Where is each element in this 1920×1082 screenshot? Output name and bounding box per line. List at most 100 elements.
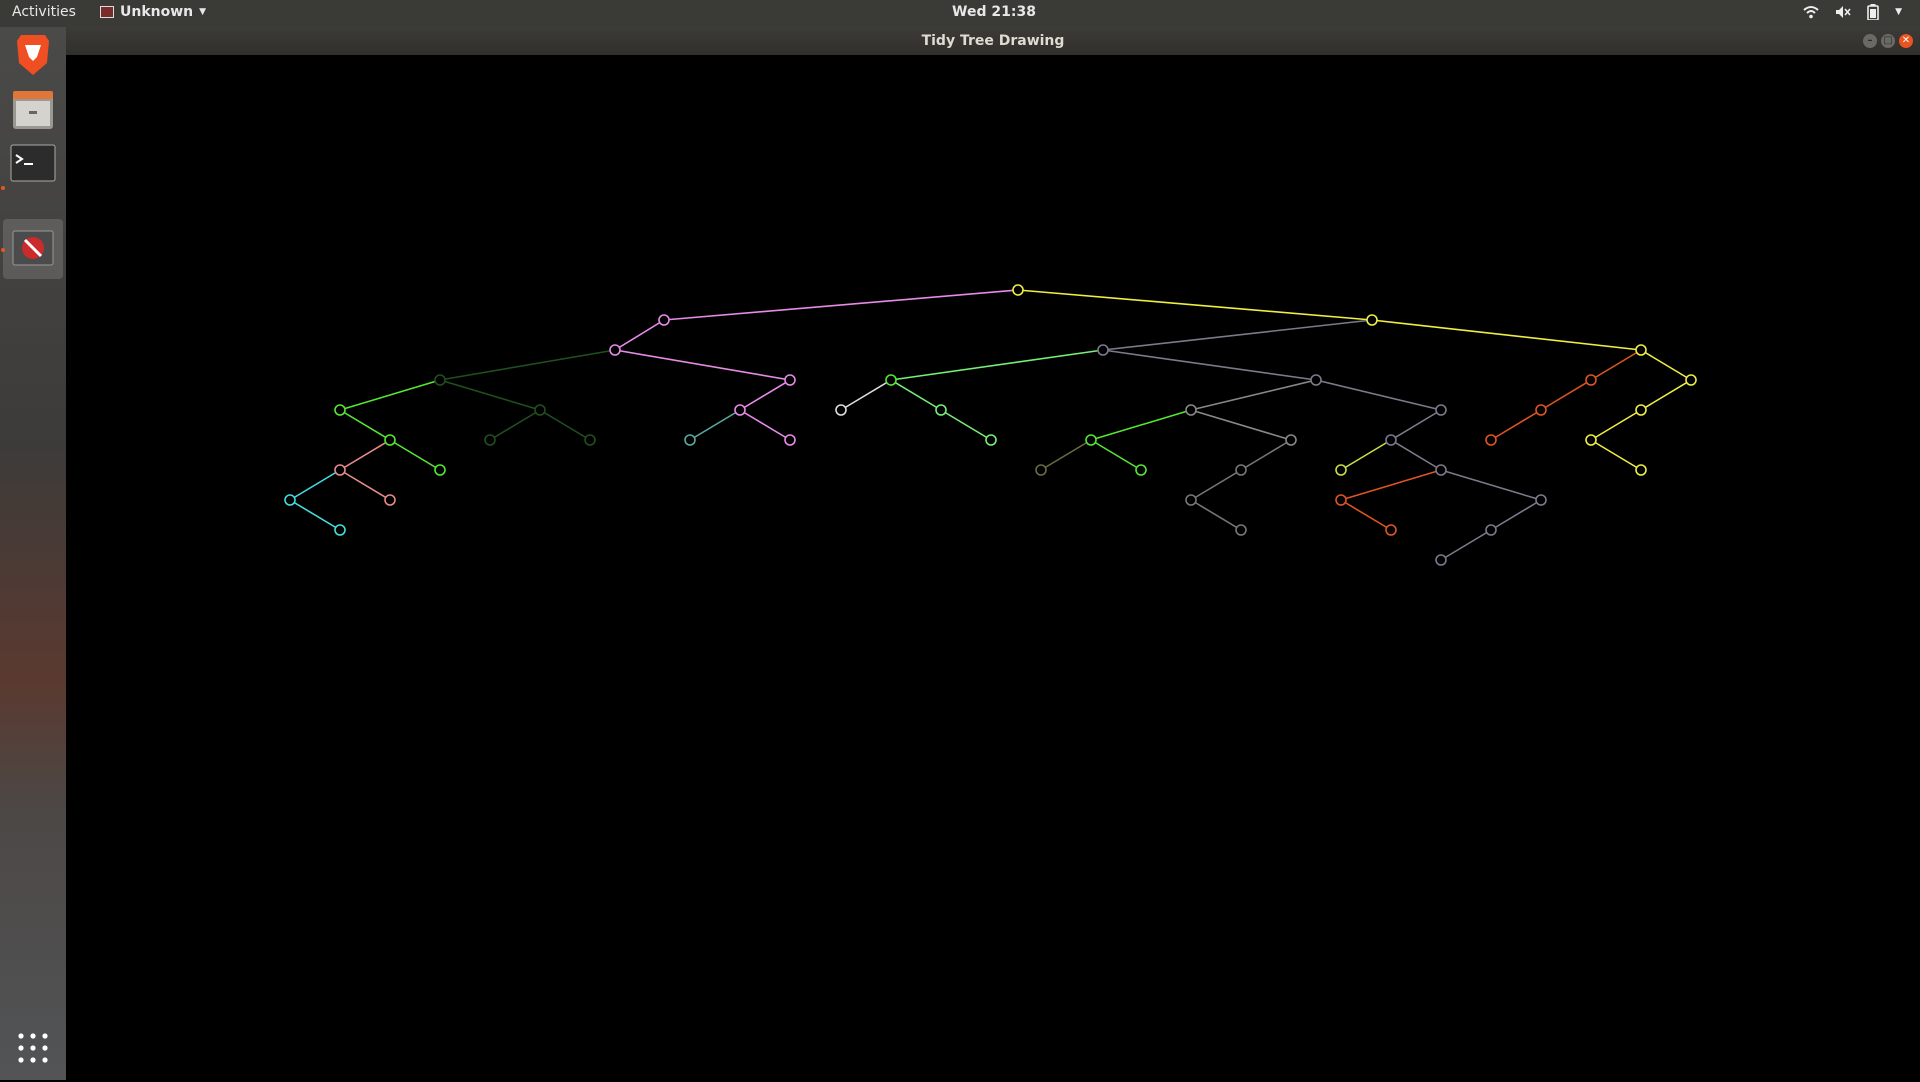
tree-node (885, 374, 897, 386)
tree-node (1385, 524, 1397, 536)
tree-edge (1340, 469, 1442, 501)
tree-node (334, 524, 346, 536)
tree-edge (739, 409, 791, 441)
show-applications-button[interactable] (3, 1022, 63, 1078)
tree-node (1635, 464, 1647, 476)
maximize-button[interactable]: □ (1881, 34, 1895, 48)
tree-canvas (284, 284, 1697, 566)
dock-item-files[interactable] (3, 81, 63, 137)
tree-node (1635, 344, 1647, 356)
tree-node (434, 374, 446, 386)
dock-item-brave[interactable] (3, 27, 63, 83)
tree-edge (339, 439, 391, 471)
tree-node (1585, 374, 1597, 386)
tree-edge (1590, 439, 1642, 471)
tree-edge (339, 409, 391, 441)
tree-edge (489, 409, 541, 441)
tree-node (1385, 434, 1397, 446)
tree-node (384, 494, 396, 506)
tree-edge (539, 409, 591, 441)
tree-edge (289, 469, 341, 501)
tree-node (1435, 554, 1447, 566)
tree-node (584, 434, 596, 446)
tree-node (784, 434, 796, 446)
tree-node (985, 434, 997, 446)
dock-item-tidy-tree[interactable] (3, 219, 63, 279)
tree-nodes (284, 284, 1697, 566)
tree-edge (1190, 409, 1292, 441)
tree-node (1585, 434, 1597, 446)
tree-edge (1440, 469, 1542, 501)
tree-edge (890, 379, 942, 411)
running-indicator (1, 248, 5, 252)
tree-edge (289, 499, 341, 531)
tree-node (1485, 434, 1497, 446)
tree-edge (739, 379, 791, 411)
system-tray[interactable]: ▼ (1803, 4, 1902, 20)
app-grid-icon (18, 1033, 48, 1063)
tree-node (1285, 434, 1297, 446)
tree-edge (1102, 319, 1373, 351)
tree-node (484, 434, 496, 446)
tree-edge (1440, 529, 1492, 561)
tree-node (1485, 524, 1497, 536)
dock (0, 27, 66, 1080)
tree-node (1235, 464, 1247, 476)
tree-node (1335, 494, 1347, 506)
tree-node (658, 314, 670, 326)
tree-node (1435, 404, 1447, 416)
tree-edge (663, 289, 1019, 321)
tree-node (835, 404, 847, 416)
tree-edge (1640, 349, 1692, 381)
tree-edge (1490, 499, 1542, 531)
tree-edge (1490, 409, 1542, 441)
running-indicator (1, 186, 5, 190)
tree-node (1685, 374, 1697, 386)
volume-muted-icon (1836, 6, 1851, 18)
no-entry-icon (12, 230, 54, 266)
tree-edge (1090, 409, 1192, 441)
tree-node (384, 434, 396, 446)
tree-node (935, 404, 947, 416)
window-titlebar[interactable]: Tidy Tree Drawing – □ ✕ (66, 27, 1920, 55)
tree-edge (1640, 379, 1692, 411)
tree-edge (1315, 379, 1442, 411)
tree-edge (439, 349, 616, 381)
tree-edge (614, 319, 665, 351)
clock[interactable]: Wed 21:38 (0, 4, 1920, 20)
tree-node (684, 434, 696, 446)
tree-edge (840, 379, 892, 411)
tree-node (1185, 494, 1197, 506)
window-title: Tidy Tree Drawing (921, 33, 1065, 49)
tree-node (609, 344, 621, 356)
tree-edge (1240, 439, 1292, 471)
tree-node (434, 464, 446, 476)
close-button[interactable]: ✕ (1899, 34, 1913, 48)
tree-edge (339, 469, 391, 501)
brave-lion-icon (17, 35, 49, 75)
tree-node (1185, 404, 1197, 416)
tree-node (1097, 344, 1109, 356)
tree-edge (1102, 349, 1317, 381)
tree-node (334, 404, 346, 416)
tree-edge (1090, 439, 1142, 471)
tree-node (1035, 464, 1047, 476)
app-window: Tidy Tree Drawing – □ ✕ (66, 27, 1920, 1080)
tree-node (1435, 464, 1447, 476)
tree-edge (389, 439, 441, 471)
terminal-icon (10, 144, 56, 182)
battery-icon (1867, 4, 1879, 20)
tree-node (1135, 464, 1147, 476)
tree-node (1235, 524, 1247, 536)
system-menu-arrow-icon: ▼ (1895, 7, 1902, 17)
tree-edge (339, 379, 441, 411)
tree-edge (689, 409, 741, 441)
dock-item-terminal[interactable] (3, 135, 63, 191)
tree-edge (1540, 379, 1592, 411)
minimize-button[interactable]: – (1863, 34, 1877, 48)
tree-edge (1190, 499, 1242, 531)
tree-edge (1390, 409, 1442, 441)
tree-edge (1390, 439, 1442, 471)
tree-node (534, 404, 546, 416)
tree-edges (289, 289, 1692, 561)
